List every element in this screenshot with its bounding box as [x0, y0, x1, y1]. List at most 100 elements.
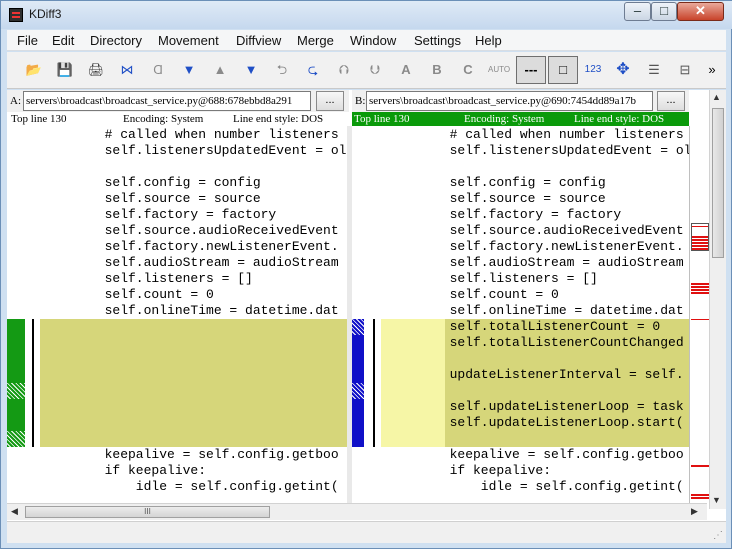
close-button[interactable]: ✕ [677, 2, 724, 21]
code-line: idle = self.config.getint( [89, 479, 339, 494]
code-line: self.listeners = [] [434, 271, 598, 286]
browse-a-button[interactable]: ... [316, 91, 344, 111]
pane-a-code[interactable]: # called when number listeners self.list… [7, 126, 347, 504]
code-line: self.totalListenerCount = 0 [434, 319, 661, 334]
menu-window[interactable]: Window [350, 33, 396, 48]
pane-b-code[interactable]: # called when number listeners self.list… [352, 126, 689, 504]
pane-b-letter: B: [355, 95, 366, 107]
goto-prev-delta-icon[interactable]: ▲ [209, 59, 231, 81]
overview-viewport [691, 223, 709, 251]
select-b-icon[interactable]: B [426, 59, 448, 81]
code-line: self.source = source [89, 191, 261, 206]
goto-next-conflict-icon[interactable]: ⮎ [302, 59, 324, 81]
goto-prev-conflict-icon[interactable]: ⮌ [271, 59, 293, 81]
select-a-icon[interactable]: A [395, 59, 417, 81]
resize-grip-icon[interactable]: ⋰ [713, 530, 723, 541]
code-line: self.count = 0 [434, 287, 559, 302]
maximize-button[interactable]: □ [651, 2, 677, 21]
code-line: self.totalListenerCountChanged [434, 335, 684, 350]
encoding-a: Encoding: System [123, 113, 204, 125]
scroll-down-arrow-icon[interactable]: ▼ [712, 495, 721, 505]
scroll-up-arrow-icon[interactable]: ▲ [712, 92, 721, 102]
open-icon[interactable]: 📂 [23, 59, 45, 81]
menu-directory[interactable]: Directory [90, 33, 142, 48]
file-b-input[interactable]: servers\broadcast\broadcast_service.py@6… [366, 91, 653, 111]
code-line: keepalive = self.config.getboo [434, 447, 684, 462]
goto-current-delta-icon[interactable]: ⋈ [116, 59, 138, 81]
code-line: self.factory = factory [89, 207, 277, 222]
pane-a-separator [32, 319, 34, 447]
diff-marker-b-mid-hatch [352, 383, 364, 399]
menu-edit[interactable]: Edit [52, 33, 74, 48]
code-line: self.config = config [89, 175, 261, 190]
code-line: self.audioStream = audioStream [434, 255, 684, 270]
code-line: self.source = source [434, 191, 606, 206]
overview-mark [691, 494, 709, 500]
vertical-scroll-thumb[interactable] [712, 108, 724, 258]
show-whitespace-icon[interactable]: --- [516, 56, 546, 84]
pane-a-letter: A: [10, 95, 21, 107]
line-numbers-icon[interactable]: 123 [582, 59, 604, 81]
diff-marker-b-top-hatch [352, 319, 364, 335]
diff-marker-a-top-hatch [7, 383, 25, 399]
menu-file[interactable]: File [17, 33, 38, 48]
code-line: self.config = config [434, 175, 606, 190]
menu-bar: File Edit Directory Movement Diffview Me… [7, 30, 726, 51]
file-a-input[interactable]: servers\broadcast\broadcast_service.py@6… [23, 91, 311, 111]
vertical-scrollbar[interactable]: ▲ ▼ [709, 90, 726, 509]
goto-next-unsolved-icon[interactable]: ⮋ [364, 59, 386, 81]
code-line: self.listenersUpdatedEvent = ol [434, 143, 689, 158]
menu-help[interactable]: Help [475, 33, 502, 48]
code-line: self.factory.newListenerEvent. [89, 239, 339, 254]
save-icon[interactable]: 💾 [54, 59, 76, 81]
auto-solve-icon[interactable]: AUTO [488, 59, 510, 81]
code-line: self.source.audioReceivedEvent [434, 223, 684, 238]
diff-panes: A: servers\broadcast\broadcast_service.p… [7, 90, 726, 527]
menu-diffview[interactable]: Diffview [236, 33, 281, 48]
overview-mark [691, 465, 709, 467]
file-row-b: B: servers\broadcast\broadcast_service.p… [352, 90, 689, 112]
select-c-icon[interactable]: C [457, 59, 479, 81]
goto-next-delta-icon[interactable]: ▼ [240, 59, 262, 81]
scroll-right-arrow-icon[interactable]: ▶ [691, 506, 698, 517]
kdiff3-window: KDiff3 – □ ✕ File Edit Directory Movemen… [0, 0, 732, 549]
menu-merge[interactable]: Merge [297, 33, 334, 48]
title-bar[interactable]: KDiff3 – □ ✕ [1, 1, 732, 29]
show-white-space-chars-icon[interactable]: □ [548, 56, 578, 84]
diff-marker-a-bottom-hatch [7, 431, 25, 447]
code-line: self.updateListenerLoop = task [434, 399, 684, 414]
code-line: # called when number listeners [434, 127, 684, 142]
lineend-a: Line end style: DOS [233, 113, 324, 125]
minimize-button[interactable]: – [624, 2, 651, 21]
goto-last-delta-icon[interactable]: ▼ [178, 59, 200, 81]
menu-movement[interactable]: Movement [158, 33, 219, 48]
code-line: self.factory = factory [434, 207, 622, 222]
horizontal-scrollbar[interactable]: ◀ III ▶ [7, 503, 707, 520]
code-line: self.listenersUpdatedEvent = ol [89, 143, 347, 158]
toolbar: 📂 💾 🖨 ⋈ Ɑ ▼ ▲ ▼ ⮌ ⮎ ⮉ ⮋ A B C AUTO --- □… [7, 52, 726, 89]
overview-mark [691, 283, 709, 295]
overview-layout-icon[interactable]: ☰ [643, 59, 665, 81]
code-line: # called when number listeners [89, 127, 339, 142]
print-icon[interactable]: 🖨 [85, 59, 107, 81]
diff-overview-bar[interactable] [689, 126, 709, 504]
code-line: self.onlineTime = datetime.dat [434, 303, 684, 318]
browse-b-button[interactable]: ... [657, 91, 685, 111]
status-bar: ⋰ [7, 521, 726, 543]
code-line: self.source.audioReceivedEvent [89, 223, 339, 238]
scroll-left-arrow-icon[interactable]: ◀ [11, 506, 18, 517]
goto-first-delta-icon[interactable]: Ɑ [147, 59, 169, 81]
code-line: self.count = 0 [89, 287, 214, 302]
overview-mark [691, 319, 709, 320]
goto-prev-unsolved-icon[interactable]: ⮉ [333, 59, 355, 81]
code-line: self.onlineTime = datetime.dat [89, 303, 339, 318]
word-wrap-icon[interactable]: ✥ [612, 59, 634, 81]
code-line: self.audioStream = audioStream [89, 255, 339, 270]
menu-settings[interactable]: Settings [414, 33, 461, 48]
kdiff3-app-icon [9, 8, 23, 22]
window-title: KDiff3 [29, 7, 62, 21]
window-split-icon[interactable]: ⊟ [674, 59, 696, 81]
code-line: idle = self.config.getint( [434, 479, 684, 494]
more-icon[interactable]: » [703, 59, 721, 81]
horizontal-scroll-thumb[interactable]: III [25, 506, 270, 518]
